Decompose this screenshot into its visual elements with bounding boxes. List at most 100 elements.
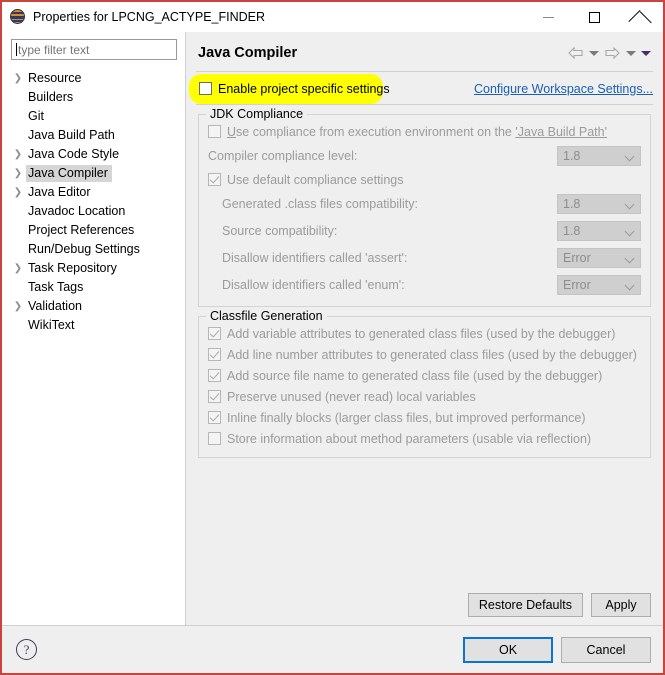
text-caret <box>16 43 17 56</box>
combo-label: Source compatibility: <box>208 224 337 238</box>
view-menu-icon[interactable] <box>641 51 651 56</box>
page-nav-icons <box>567 46 655 60</box>
checkbox <box>208 432 221 445</box>
sidebar-item-task-repository[interactable]: ❯Task Repository <box>2 259 185 278</box>
settings-page: Java Compiler <box>186 32 663 625</box>
combo-row: Compiler compliance level:1.8 <box>208 142 641 169</box>
checkbox-row[interactable]: Preserve unused (never read) local varia… <box>208 386 641 407</box>
combo-select: Error <box>557 275 641 295</box>
combo-select: 1.8 <box>557 146 641 166</box>
checkbox-row[interactable]: Use compliance from execution environmen… <box>208 121 641 142</box>
page-title: Java Compiler <box>198 45 297 61</box>
settings-tree[interactable]: ❯Resource❯Builders❯Git❯Java Build Path❯J… <box>2 67 185 625</box>
checkbox-label: Inline finally blocks (larger class file… <box>227 411 585 425</box>
checkbox-row[interactable]: Add source file name to generated class … <box>208 365 641 386</box>
combo-label: Disallow identifiers called 'assert': <box>208 251 407 265</box>
filter-input[interactable] <box>18 43 172 57</box>
sidebar-item-label: Javadoc Location <box>26 203 129 220</box>
chevron-right-icon[interactable]: ❯ <box>10 188 26 198</box>
enable-project-specific-row: Enable project specific settings Configu… <box>186 72 663 98</box>
combo-row: Disallow identifiers called 'assert': Err… <box>208 244 641 271</box>
checkbox-label: Add variable attributes to generated cla… <box>227 327 615 341</box>
sidebar-item-label: Java Build Path <box>26 127 119 144</box>
enable-project-specific-label: Enable project specific settings <box>218 82 390 96</box>
sidebar-item-builders[interactable]: ❯Builders <box>2 88 185 107</box>
combo-select: Error <box>557 248 641 268</box>
sidebar-item-project-references[interactable]: ❯Project References <box>2 221 185 240</box>
group-title: Classfile Generation <box>206 309 327 323</box>
combo-row: Disallow identifiers called 'enum': Error <box>208 271 641 298</box>
checkbox <box>208 173 221 186</box>
enable-project-specific-checkbox[interactable] <box>199 82 212 95</box>
chevron-right-icon[interactable]: ❯ <box>10 264 26 274</box>
forward-arrow-icon[interactable] <box>604 46 621 60</box>
checkbox-row[interactable]: Inline finally blocks (larger class file… <box>208 407 641 428</box>
chevron-down-icon <box>626 153 635 158</box>
checkbox-row[interactable]: Use default compliance settings <box>208 169 641 190</box>
ok-button[interactable]: OK <box>463 637 553 663</box>
page-action-buttons: Restore Defaults Apply <box>186 593 663 625</box>
combo-select: 1.8 <box>557 221 641 241</box>
chevron-right-icon[interactable]: ❯ <box>10 150 26 160</box>
title-bar: Properties for LPCNG_ACTYPE_FINDER <box>2 2 663 32</box>
sidebar-item-wikitext[interactable]: ❯WikiText <box>2 316 185 335</box>
back-dropdown-icon[interactable] <box>589 51 599 56</box>
checkbox-row[interactable]: Store information about method parameter… <box>208 428 641 449</box>
filter-input-wrapper[interactable] <box>11 39 177 60</box>
checkbox <box>208 369 221 382</box>
minimize-button[interactable] <box>525 2 571 32</box>
sidebar-item-label: Task Repository <box>26 260 121 277</box>
checkbox-row[interactable]: Add variable attributes to generated cla… <box>208 323 641 344</box>
mnemonic-letter: U <box>227 125 236 139</box>
dialog-body: ❯Resource❯Builders❯Git❯Java Build Path❯J… <box>2 32 663 625</box>
chevron-right-icon[interactable]: ❯ <box>10 302 26 312</box>
sidebar-item-label: Resource <box>26 70 86 87</box>
chevron-right-icon[interactable]: ❯ <box>10 74 26 84</box>
checkbox <box>208 327 221 340</box>
sidebar-item-label: Task Tags <box>26 279 87 296</box>
inline-link[interactable]: 'Java Build Path' <box>515 125 607 139</box>
forward-dropdown-icon[interactable] <box>626 51 636 56</box>
checkbox-label: Preserve unused (never read) local varia… <box>227 390 476 404</box>
chevron-right-icon[interactable]: ❯ <box>10 169 26 179</box>
eclipse-globe-icon <box>10 9 26 25</box>
apply-button[interactable]: Apply <box>591 593 651 617</box>
maximize-button[interactable] <box>571 2 617 32</box>
combo-value: Error <box>563 278 591 292</box>
combo-label: Disallow identifiers called 'enum': <box>208 278 405 292</box>
group-jdk-compliance: JDK ComplianceUse compliance from execut… <box>198 114 651 307</box>
sidebar-item-java-build-path[interactable]: ❯Java Build Path <box>2 126 185 145</box>
dialog-footer: ? OK Cancel <box>2 625 663 673</box>
window-title: Properties for LPCNG_ACTYPE_FINDER <box>33 10 265 24</box>
page-header: Java Compiler <box>186 32 663 64</box>
minimize-icon <box>543 17 554 18</box>
cancel-button[interactable]: Cancel <box>561 637 651 663</box>
maximize-icon <box>589 12 600 23</box>
sidebar-item-git[interactable]: ❯Git <box>2 107 185 126</box>
chevron-down-icon <box>626 282 635 287</box>
back-arrow-icon[interactable] <box>567 46 584 60</box>
configure-workspace-settings-link[interactable]: Configure Workspace Settings... <box>474 82 653 96</box>
sidebar-item-task-tags[interactable]: ❯Task Tags <box>2 278 185 297</box>
sidebar-item-java-code-style[interactable]: ❯Java Code Style <box>2 145 185 164</box>
combo-value: 1.8 <box>563 149 580 163</box>
checkbox <box>208 348 221 361</box>
sidebar-item-label: Project References <box>26 222 138 239</box>
help-icon[interactable]: ? <box>16 639 37 660</box>
sidebar-item-run-debug-settings[interactable]: ❯Run/Debug Settings <box>2 240 185 259</box>
close-button[interactable] <box>617 2 663 32</box>
sidebar-item-java-editor[interactable]: ❯Java Editor <box>2 183 185 202</box>
checkbox-row[interactable]: Add line number attributes to generated … <box>208 344 641 365</box>
checkbox-label: Store information about method parameter… <box>227 432 591 446</box>
checkbox-label: Use compliance from execution environmen… <box>227 125 607 139</box>
sidebar-item-resource[interactable]: ❯Resource <box>2 69 185 88</box>
sidebar-item-java-compiler[interactable]: ❯Java Compiler <box>2 164 185 183</box>
checkbox <box>208 390 221 403</box>
sidebar-item-label: Java Editor <box>26 184 95 201</box>
settings-sidebar: ❯Resource❯Builders❯Git❯Java Build Path❯J… <box>2 32 186 625</box>
group-classfile-generation: Classfile GenerationAdd variable attribu… <box>198 316 651 458</box>
sidebar-item-javadoc-location[interactable]: ❯Javadoc Location <box>2 202 185 221</box>
restore-defaults-button[interactable]: Restore Defaults <box>468 593 583 617</box>
combo-value: 1.8 <box>563 197 580 211</box>
sidebar-item-validation[interactable]: ❯Validation <box>2 297 185 316</box>
